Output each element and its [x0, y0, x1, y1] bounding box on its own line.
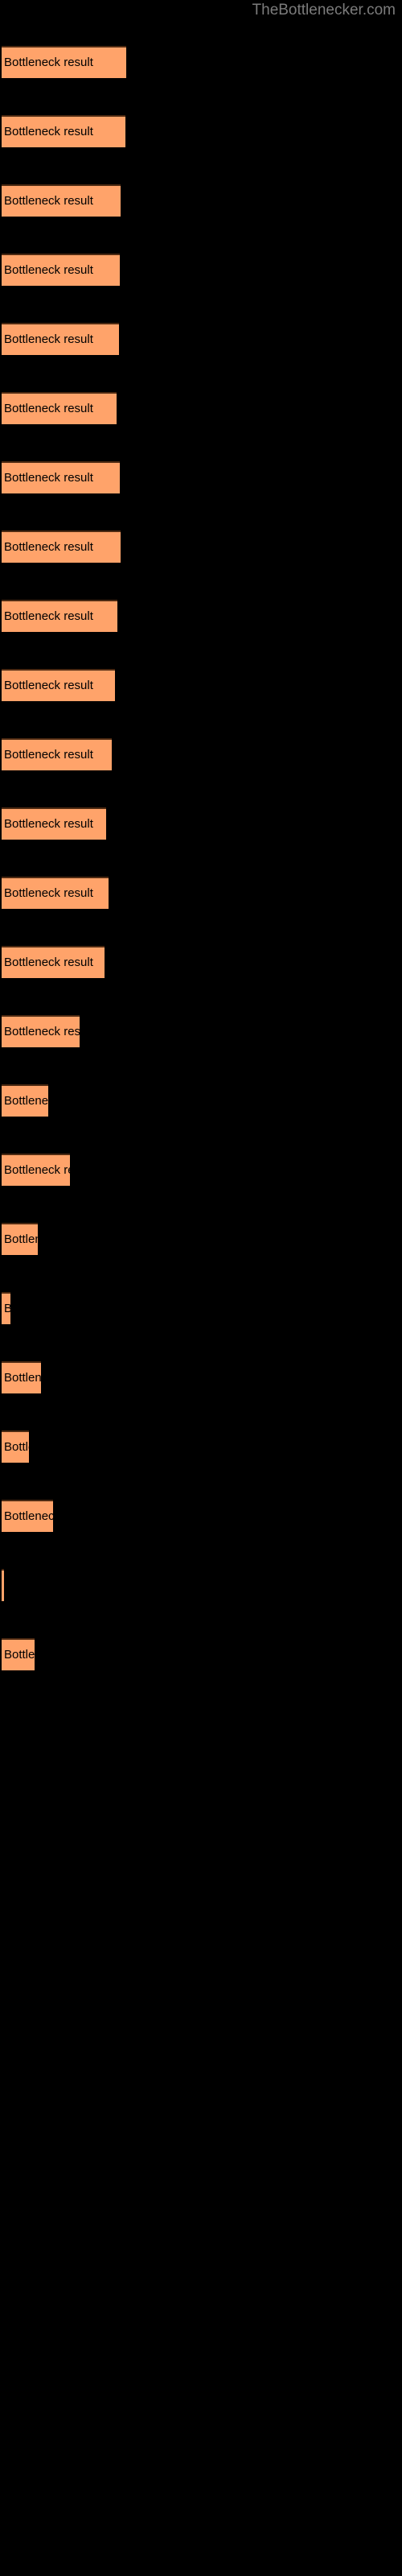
bar[interactable]: Bottleneck result — [2, 600, 117, 632]
bar-label: Bottleneck result — [4, 194, 93, 208]
bar-label: Bottleneck result — [4, 609, 93, 623]
bar-row: Bottleneck result — [0, 1223, 402, 1255]
bar[interactable]: Bottleneck result — [2, 184, 121, 217]
bar-row: Bottleneck result — [0, 600, 402, 632]
bar[interactable]: Bottleneck result — [2, 1638, 35, 1670]
bar-label: Bottleneck result — [4, 1509, 53, 1523]
bar[interactable]: Bottleneck result — [2, 669, 115, 701]
bar-label: Bottleneck result — [4, 1025, 80, 1038]
bar-row: Bottleneck result — [0, 1015, 402, 1047]
bar[interactable]: Bottleneck result — [2, 1292, 10, 1324]
bar[interactable]: Bottleneck result — [2, 807, 106, 840]
bar-label: Bottleneck result — [4, 56, 93, 69]
bar[interactable]: Bottleneck result — [2, 946, 105, 978]
bar-label: Bottleneck result — [4, 471, 93, 485]
bar-label: Bottleneck result — [4, 817, 93, 831]
bar-row: Bottleneck result — [0, 115, 402, 147]
bar-row: Bottleneck result — [0, 807, 402, 840]
bar-label: Bottleneck result — [4, 1094, 48, 1108]
bar[interactable]: Bottleneck result — [2, 877, 109, 909]
bar-row: Bottleneck result — [0, 530, 402, 563]
bar[interactable]: Bottleneck result — [2, 461, 120, 493]
bar[interactable]: Bottleneck result — [2, 1569, 4, 1601]
bar-row: Bottleneck result — [0, 323, 402, 355]
bar-label: Bottleneck result — [4, 125, 93, 138]
bar-label: Bottleneck result — [4, 679, 93, 692]
bar-row: Bottleneck result — [0, 392, 402, 424]
bar-label: Bottleneck result — [4, 1301, 10, 1317]
bar-label: Bottleneck result — [4, 263, 93, 277]
bar[interactable]: Bottleneck result — [2, 738, 112, 770]
bar[interactable]: Bottleneck result — [2, 323, 119, 355]
bar-row: Bottleneck result — [0, 1500, 402, 1532]
bar-row: Bottleneck result — [0, 1430, 402, 1463]
bar-label: Bottleneck result — [4, 1371, 41, 1385]
bar-row: Bottleneck result — [0, 1154, 402, 1186]
bar-label: Bottleneck result — [4, 748, 93, 762]
bottleneck-chart: TheBottlenecker.com Bottleneck result Bot… — [0, 0, 402, 2576]
bar-label: Bottleneck result — [4, 1440, 29, 1454]
bar-row: Bottleneck result — [0, 461, 402, 493]
bar-row: Bottleneck result — [0, 669, 402, 701]
bar-label: Bottleneck result — [4, 886, 93, 900]
bar[interactable]: Bottleneck result — [2, 1015, 80, 1047]
bar-row: Bottleneck result — [0, 184, 402, 217]
bar-row: Bottleneck result — [0, 1361, 402, 1393]
bar-label: Bottleneck result — [4, 1232, 38, 1246]
bar-label: Bottleneck result — [4, 402, 93, 415]
bar[interactable]: Bottleneck result — [2, 46, 126, 78]
bar[interactable]: Bottleneck result — [2, 115, 125, 147]
bar[interactable]: Bottleneck result — [2, 1223, 38, 1255]
bar[interactable]: Bottleneck result — [2, 254, 120, 286]
bar-row: Bottleneck result — [0, 1292, 402, 1324]
bar-row: Bottleneck result — [0, 254, 402, 286]
bar-label: Bottleneck result — [4, 540, 93, 554]
bar[interactable]: Bottleneck result — [2, 1361, 41, 1393]
bar-row: Bottleneck result — [0, 738, 402, 770]
bar-row: Bottleneck result — [0, 877, 402, 909]
bar[interactable]: Bottleneck result — [2, 1084, 48, 1117]
bar-series: Bottleneck result Bottleneck result Bottle… — [0, 0, 402, 2576]
bar-row: Bottleneck result — [0, 946, 402, 978]
bar[interactable]: Bottleneck result — [2, 530, 121, 563]
bar[interactable]: Bottleneck result — [2, 1154, 70, 1186]
bar-label: Bottleneck result — [4, 332, 93, 346]
bar[interactable]: Bottleneck result — [2, 1430, 29, 1463]
bar-row: Bottleneck result — [0, 46, 402, 78]
bar-row: Bottleneck result — [0, 1084, 402, 1117]
bar[interactable]: Bottleneck result — [2, 392, 117, 424]
bar[interactable]: Bottleneck result — [2, 1500, 53, 1532]
bar-label: Bottleneck result — [4, 1648, 35, 1662]
bar-row: Bottleneck result — [0, 1638, 402, 1670]
bar-label: Bottleneck result — [4, 1163, 70, 1177]
bar-row: Bottleneck result — [0, 1569, 402, 1601]
bar-label: Bottleneck result — [4, 956, 93, 969]
